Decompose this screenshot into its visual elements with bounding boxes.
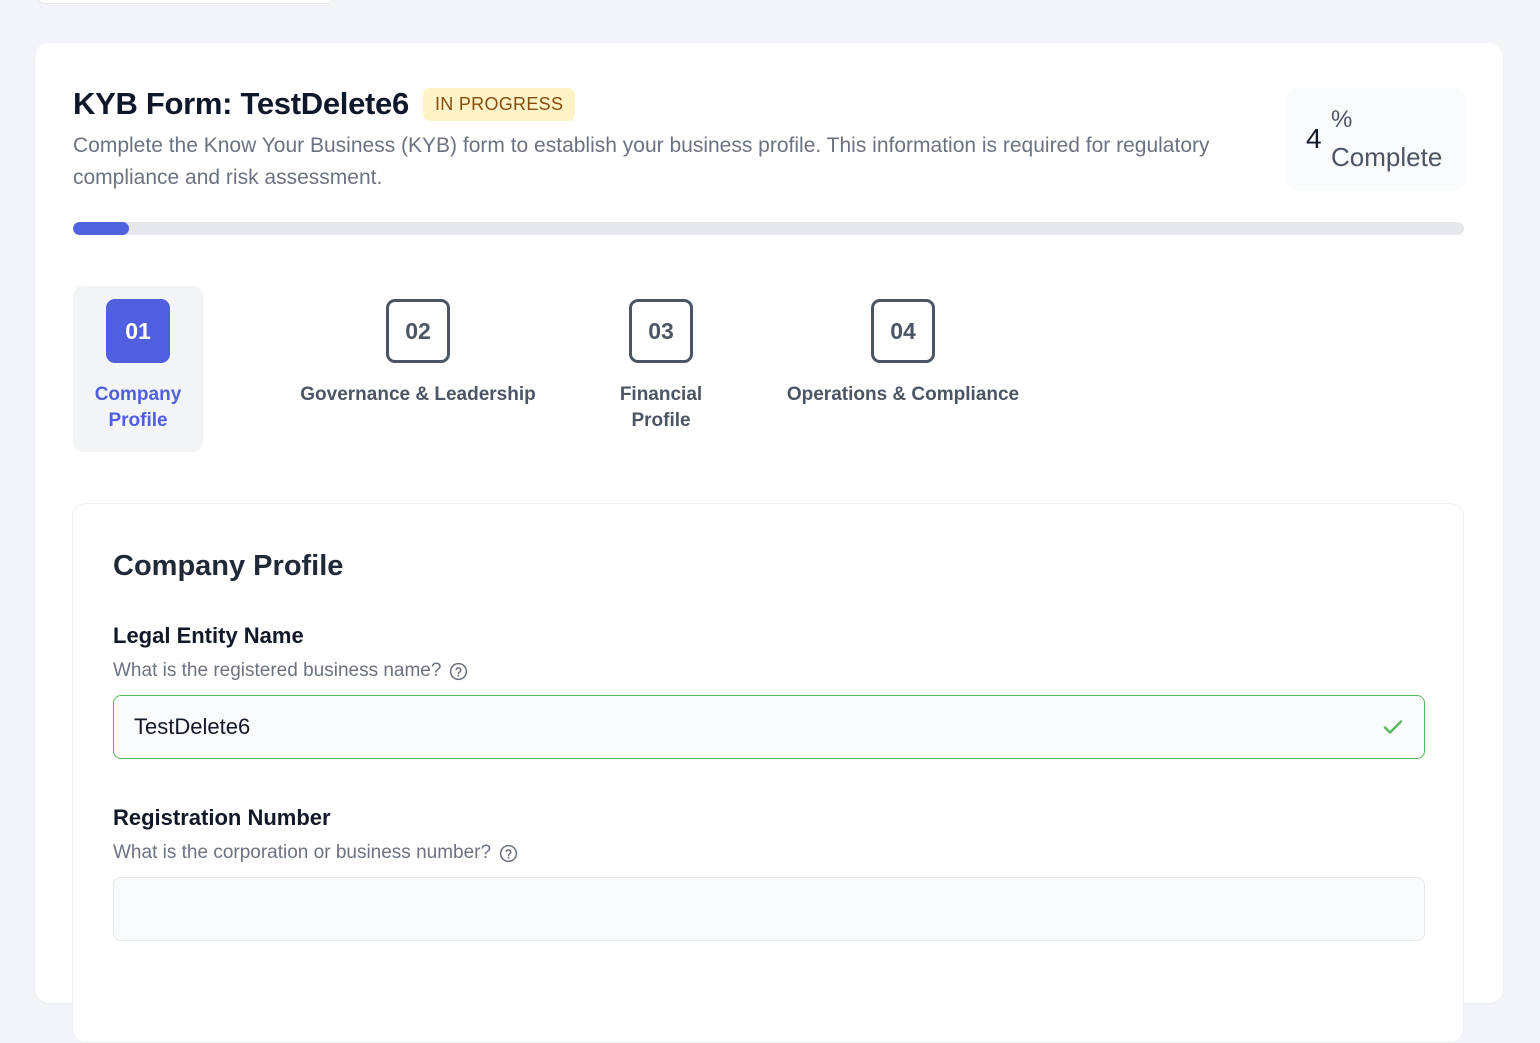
step-number: 02: [386, 299, 450, 363]
step-label: Operations & Compliance: [786, 384, 1020, 405]
step-label: Governance & Leadership: [300, 384, 536, 405]
step-governance-leadership[interactable]: 02 Governance & Leadership: [283, 286, 553, 452]
input-wrapper: [113, 695, 1425, 759]
progress-bar: [73, 222, 1464, 235]
step-operations-compliance[interactable]: 04 Operations & Compliance: [768, 286, 1038, 452]
progress-bar-fill: [73, 222, 129, 235]
registration-number-input[interactable]: [113, 877, 1425, 941]
step-company-profile[interactable]: 01 Company Profile: [73, 286, 203, 452]
title-row: KYB Form: TestDelete6 IN PROGRESS: [73, 85, 1233, 123]
step-number: 01: [106, 299, 170, 363]
field-label: Registration Number: [113, 805, 331, 830]
completion-percent-symbol: %: [1331, 106, 1353, 133]
step-number: 03: [629, 299, 693, 363]
field-help: What is the registered business name?: [113, 659, 1425, 683]
check-icon: [1381, 715, 1405, 739]
company-profile-section: Company Profile Legal Entity Name What i…: [72, 503, 1464, 1043]
field-label: Legal Entity Name: [113, 623, 304, 648]
step-number: 04: [871, 299, 935, 363]
page-title: KYB Form: TestDelete6: [73, 86, 409, 121]
step-financial-profile[interactable]: 03 Financial Profile: [601, 286, 721, 452]
field-help-text: What is the registered business name?: [113, 660, 442, 681]
step-label: Financial Profile: [619, 384, 703, 431]
field-help: What is the corporation or business numb…: [113, 841, 1425, 865]
legal-entity-name-input[interactable]: [113, 695, 1425, 759]
registration-number-field: Registration Number What is the corporat…: [113, 805, 1425, 941]
field-help-text: What is the corporation or business numb…: [113, 842, 492, 863]
step-label: Company Profile: [94, 384, 182, 431]
question-circle-icon[interactable]: [449, 662, 468, 681]
completion-label: Complete: [1331, 142, 1443, 172]
status-badge: IN PROGRESS: [422, 87, 576, 121]
kyb-form-card: KYB Form: TestDelete6 IN PROGRESS Comple…: [35, 43, 1503, 1043]
question-circle-icon[interactable]: [499, 844, 518, 863]
completion-indicator: 4 % Complete: [1287, 88, 1465, 190]
section-title: Company Profile: [113, 550, 344, 582]
form-description: Complete the Know Your Business (KYB) fo…: [73, 134, 1210, 189]
input-wrapper: [113, 877, 1425, 941]
top-card-stub: [36, 0, 336, 4]
form-header: KYB Form: TestDelete6 IN PROGRESS Comple…: [73, 85, 1233, 194]
completion-value: 4: [1306, 123, 1322, 154]
legal-entity-name-field: Legal Entity Name What is the registered…: [113, 623, 1425, 759]
